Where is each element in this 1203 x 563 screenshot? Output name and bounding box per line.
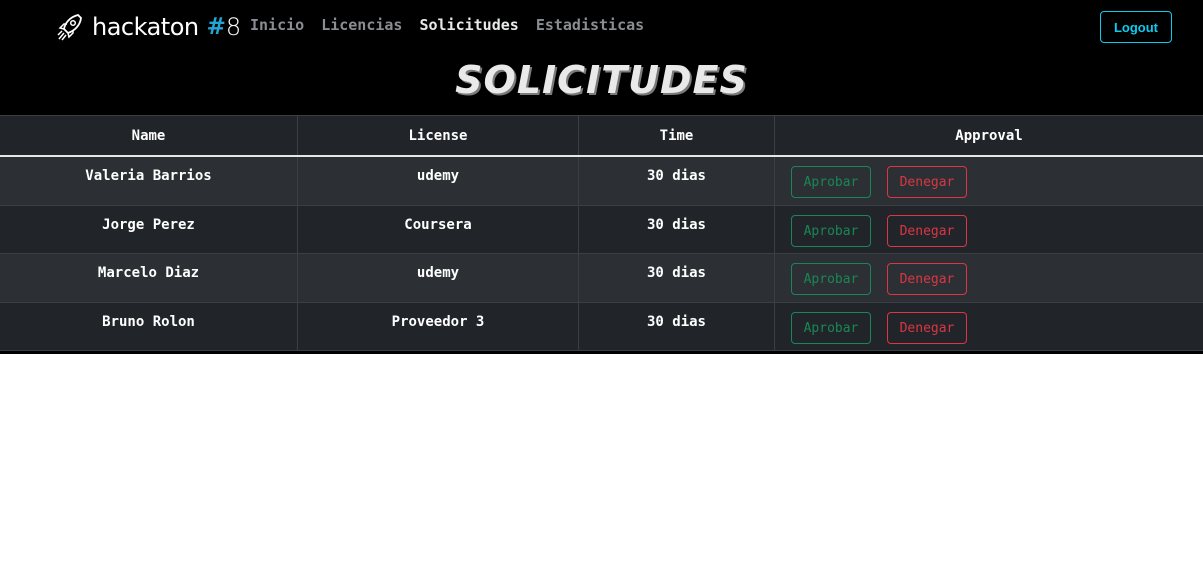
cell-license: udemy bbox=[297, 253, 579, 303]
dark-header-area: hackaton # 8 Inicio Licencias Solicitude… bbox=[0, 0, 1203, 354]
deny-button[interactable]: Denegar bbox=[887, 214, 967, 247]
approve-button[interactable]: Aprobar bbox=[791, 214, 871, 247]
table-header-row: Name License Time Approval bbox=[0, 115, 1203, 157]
approve-button[interactable]: Aprobar bbox=[791, 262, 871, 295]
approve-button[interactable]: Aprobar bbox=[791, 311, 871, 344]
nav-link-inicio[interactable]: Inicio bbox=[250, 16, 304, 34]
cell-time: 30 dias bbox=[578, 302, 775, 351]
cell-name: Valeria Barrios bbox=[0, 156, 298, 206]
column-header-name: Name bbox=[0, 115, 298, 157]
requests-table: Name License Time Approval Valeria Barri… bbox=[0, 115, 1203, 351]
page-title: SOLICITUDES bbox=[455, 58, 748, 102]
deny-button[interactable]: Denegar bbox=[887, 166, 967, 198]
cell-approval: Aprobar Denegar bbox=[774, 205, 1203, 254]
table-row: Valeria Barrios udemy 30 dias Aprobar Den… bbox=[0, 156, 1203, 206]
cell-name: Bruno Rolon bbox=[0, 302, 298, 351]
nav-link-licencias[interactable]: Licencias bbox=[321, 16, 402, 34]
nav-links: Inicio Licencias Solicitudes Estadistica… bbox=[250, 16, 644, 34]
brand-hash: # bbox=[206, 14, 226, 40]
navbar: hackaton # 8 Inicio Licencias Solicitude… bbox=[0, 0, 1203, 54]
brand-name: hackaton bbox=[92, 13, 199, 41]
nav-link-solicitudes[interactable]: Solicitudes bbox=[419, 16, 518, 34]
rocket-icon bbox=[57, 14, 82, 41]
deny-button[interactable]: Denegar bbox=[887, 262, 967, 295]
table-row: Jorge Perez Coursera 30 dias Aprobar Dene… bbox=[0, 205, 1203, 254]
cell-name: Marcelo Diaz bbox=[0, 253, 298, 303]
cell-license: Coursera bbox=[297, 205, 579, 254]
cell-license: udemy bbox=[297, 156, 579, 206]
table-row: Marcelo Diaz udemy 30 dias Aprobar Denega… bbox=[0, 253, 1203, 303]
table-row: Bruno Rolon Proveedor 3 30 dias Aprobar D… bbox=[0, 302, 1203, 351]
nav-link-estadisticas[interactable]: Estadisticas bbox=[536, 16, 644, 34]
cell-name: Jorge Perez bbox=[0, 205, 298, 254]
cell-time: 30 dias bbox=[578, 205, 775, 254]
cell-approval: Aprobar Denegar bbox=[774, 253, 1203, 303]
cell-license: Proveedor 3 bbox=[297, 302, 579, 351]
brand-logo[interactable]: hackaton # 8 bbox=[56, 10, 241, 44]
column-header-time: Time bbox=[578, 115, 775, 157]
column-header-license: License bbox=[297, 115, 579, 157]
logout-button[interactable]: Logout bbox=[1100, 11, 1172, 43]
cell-time: 30 dias bbox=[578, 156, 775, 206]
cell-time: 30 dias bbox=[578, 253, 775, 303]
approve-button[interactable]: Aprobar bbox=[791, 166, 871, 198]
deny-button[interactable]: Denegar bbox=[887, 311, 967, 344]
cell-approval: Aprobar Denegar bbox=[774, 156, 1203, 206]
column-header-approval: Approval bbox=[774, 115, 1203, 157]
cell-approval: Aprobar Denegar bbox=[774, 302, 1203, 351]
brand-number: 8 bbox=[225, 13, 242, 41]
